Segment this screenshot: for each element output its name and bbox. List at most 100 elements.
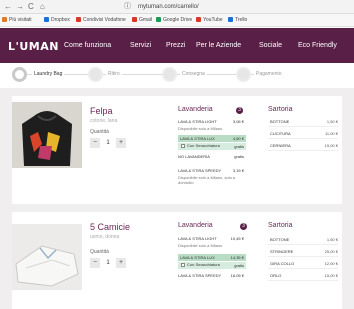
lavanderia-count-badge: 3	[236, 107, 243, 114]
bookmark-item[interactable]: Google Drive	[156, 17, 192, 24]
quantity-label: Quantità	[90, 249, 109, 255]
step-circle-consegna[interactable]	[162, 67, 177, 82]
sartoria-price: 15,00 €	[324, 273, 338, 278]
sartoria-price: 25,00 €	[324, 249, 338, 254]
plus-button[interactable]: +	[116, 138, 126, 148]
service-price: gratis	[234, 154, 244, 159]
checkbox-price: gratis	[234, 263, 244, 268]
service-name: NO LAVANDERIA	[178, 154, 210, 159]
bookmark-item[interactable]: Gmail	[132, 17, 152, 24]
back-icon[interactable]: ←	[4, 2, 12, 12]
sartoria-option[interactable]: ORLO 15,00 €	[268, 272, 338, 281]
plus-button[interactable]: +	[116, 258, 126, 268]
nav-eco-friendly[interactable]: Eco Friendly	[298, 42, 337, 49]
service-option[interactable]: LAVA & STIRA SPEEDY 3,15 €	[178, 168, 246, 175]
service-name: LAVA & STIRA LIGHT	[178, 119, 217, 124]
forward-icon[interactable]: →	[16, 2, 24, 12]
sartoria-price: 15,00 €	[324, 143, 338, 148]
sartoria-option[interactable]: GIRA COLLO 12,00 €	[268, 260, 338, 269]
nav-prezzi[interactable]: Prezzi	[166, 42, 185, 49]
service-option[interactable]: LAVA & STIRA SPEEDY 16,05 €	[178, 273, 246, 280]
lavanderia-title: Lavanderia	[178, 222, 213, 229]
smacchiatura-option[interactable]: Con Smacchiatura gratis	[178, 262, 246, 269]
bookmark-item[interactable]: Condivisi Vodafone	[76, 17, 126, 24]
service-note: Disponibile solo a Milano, solo a domici…	[178, 175, 236, 185]
item-name: Felpa	[90, 106, 113, 116]
gmail-icon	[132, 17, 137, 22]
lock-icon: ⓘ	[124, 3, 131, 10]
service-option[interactable]: LAVA & STIRA LIGHT 3,06 €	[178, 119, 246, 126]
quantity-stepper: − 1 +	[90, 138, 126, 148]
sartoria-price: 12,00 €	[324, 261, 338, 266]
browser-toolbar: ← → C ⌂ ⓘ mytuman.com/carrello/	[0, 0, 354, 14]
url-field[interactable]: mytuman.com/carrello/	[138, 2, 199, 12]
sartoria-title: Sartoria	[268, 222, 293, 229]
item-image-felpa	[12, 102, 82, 168]
step-circle-pagamento[interactable]	[236, 67, 251, 82]
service-price: 16,05 €	[230, 273, 244, 278]
sartoria-name: STRINGERE	[270, 249, 294, 254]
lavanderia-count-badge: 3	[240, 223, 247, 230]
service-option[interactable]: NO LAVANDERIA gratis	[178, 154, 246, 161]
bookmark-item[interactable]: Dropbox	[44, 17, 70, 24]
minus-button[interactable]: −	[90, 258, 100, 268]
sartoria-name: CUCITURA	[270, 131, 291, 136]
step-circle-ritiro[interactable]	[88, 67, 103, 82]
service-option[interactable]: LAVA & STIRA LIGHT 10,45 €	[178, 236, 246, 243]
lavanderia-title: Lavanderia	[178, 106, 213, 113]
quantity-stepper: − 1 +	[90, 258, 126, 268]
service-name: LAVA & STIRA LUX	[180, 255, 215, 260]
step-label-pagamento: Pagamento	[254, 71, 284, 77]
item-name: 5 Camicie	[90, 222, 131, 232]
sartoria-option[interactable]: STRINGERE 25,00 €	[268, 248, 338, 257]
bookmark-item[interactable]: Trello	[228, 17, 247, 24]
dropbox-icon	[44, 17, 49, 22]
step-circle-laundry-bag[interactable]	[12, 67, 27, 82]
service-price: 4,60 €	[232, 136, 244, 141]
nav-servizi[interactable]: Servizi	[130, 42, 151, 49]
checkout-steps: Laundry Bag Ritiro Consegna Pagamento	[0, 63, 354, 87]
sartoria-option[interactable]: CERNIERA 15,00 €	[268, 142, 338, 151]
service-note: Disponibile solo a Milano	[178, 126, 223, 131]
smacchiatura-option[interactable]: Con Smacchiatura gratis	[178, 143, 246, 150]
bookmark-item[interactable]: YouTube	[196, 17, 223, 24]
shirts-image	[12, 224, 82, 290]
site-header: L'UMAN Come funziona Servizi Prezzi Per …	[0, 28, 354, 63]
sartoria-name: GIRA COLLO	[270, 261, 295, 266]
service-price: 3,15 €	[232, 168, 244, 173]
sartoria-option[interactable]: BOTTONE 1,50 €	[268, 118, 338, 127]
cart-item-felpa: Felpa cotone, lana Quantità − 1 + Lavand…	[12, 96, 342, 204]
youtube-icon	[196, 17, 201, 22]
quantity-value[interactable]: 1	[102, 138, 114, 148]
item-material: cotone, lana	[90, 118, 118, 124]
home-icon[interactable]: ⌂	[40, 2, 45, 12]
sartoria-price: 1,50 €	[326, 237, 338, 242]
nav-sociale[interactable]: Sociale	[259, 42, 282, 49]
logo[interactable]: L'UMAN	[8, 40, 59, 53]
service-option-selected[interactable]: LAVA & STIRA LUX 14,35 €	[178, 254, 246, 261]
vodafone-icon	[76, 17, 81, 22]
service-name: LAVA & STIRA LUX	[180, 136, 215, 141]
service-name: LAVA & STIRA LIGHT	[178, 236, 217, 241]
reload-icon[interactable]: C	[28, 2, 34, 12]
hoodie-image	[12, 102, 82, 168]
checkbox-label: Con Smacchiatura	[187, 143, 220, 148]
sartoria-option[interactable]: BOTTONE 1,50 €	[268, 236, 338, 245]
checkbox[interactable]	[181, 263, 185, 267]
bookmark-icon	[2, 17, 7, 22]
bookmarks-bar: Più visitati Dropbox Condivisi Vodafone …	[0, 14, 354, 27]
sartoria-name: BOTTONE	[270, 237, 290, 242]
sartoria-option[interactable]: CUCITURA 11,00 €	[268, 130, 338, 139]
checkbox[interactable]	[181, 144, 185, 148]
service-name: LAVA & STIRA SPEEDY	[178, 168, 222, 173]
service-option-selected[interactable]: LAVA & STIRA LUX 4,60 €	[178, 135, 246, 142]
bookmark-item[interactable]: Più visitati	[2, 17, 32, 24]
sartoria-name: CERNIERA	[270, 143, 291, 148]
service-price: 3,06 €	[232, 119, 244, 124]
nav-per-le-aziende[interactable]: Per le Aziende	[196, 42, 241, 49]
service-price: 14,35 €	[230, 255, 244, 260]
nav-come-funziona[interactable]: Come funziona	[64, 42, 111, 49]
quantity-value[interactable]: 1	[102, 258, 114, 268]
quantity-label: Quantità	[90, 129, 109, 135]
minus-button[interactable]: −	[90, 138, 100, 148]
